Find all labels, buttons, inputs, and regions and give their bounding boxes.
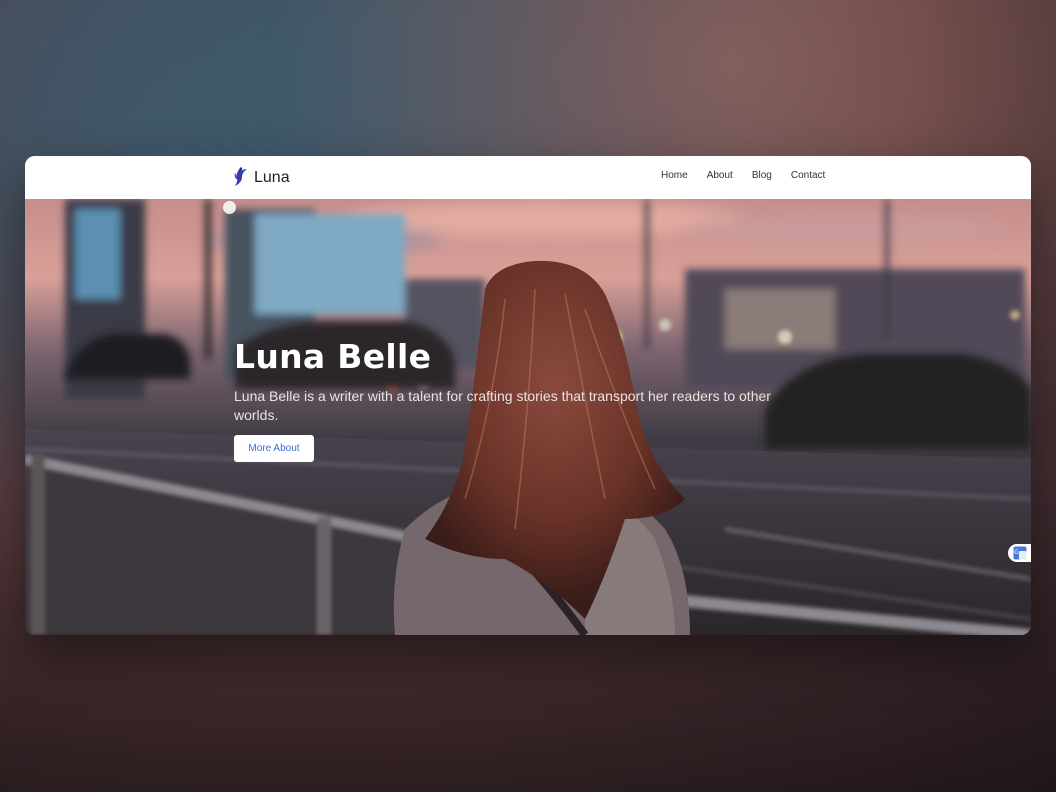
slider-indicator-dot[interactable]: [223, 201, 236, 214]
nav-about[interactable]: About: [707, 170, 733, 181]
hero-title: Luna Belle: [234, 337, 432, 376]
browser-window: Luna Home About Blog Contact Luna Belle …: [25, 156, 1031, 635]
more-about-button[interactable]: More About: [234, 435, 314, 462]
nav-home[interactable]: Home: [661, 170, 688, 181]
nav-contact[interactable]: Contact: [791, 170, 825, 181]
nav-blog[interactable]: Blog: [752, 170, 772, 181]
svg-text:G: G: [1014, 549, 1019, 556]
hero-description: Luna Belle is a writer with a talent for…: [234, 388, 771, 423]
google-translate-icon[interactable]: G: [1008, 544, 1031, 562]
hero-section: Luna Belle Luna Belle is a writer with a…: [25, 199, 1031, 635]
nav-menu: Home About Blog Contact: [661, 170, 825, 181]
brand-name: Luna: [254, 169, 290, 186]
brand[interactable]: Luna: [232, 166, 290, 190]
bird-logo-icon: [232, 165, 248, 191]
site-navbar: Luna Home About Blog Contact: [25, 156, 1031, 199]
